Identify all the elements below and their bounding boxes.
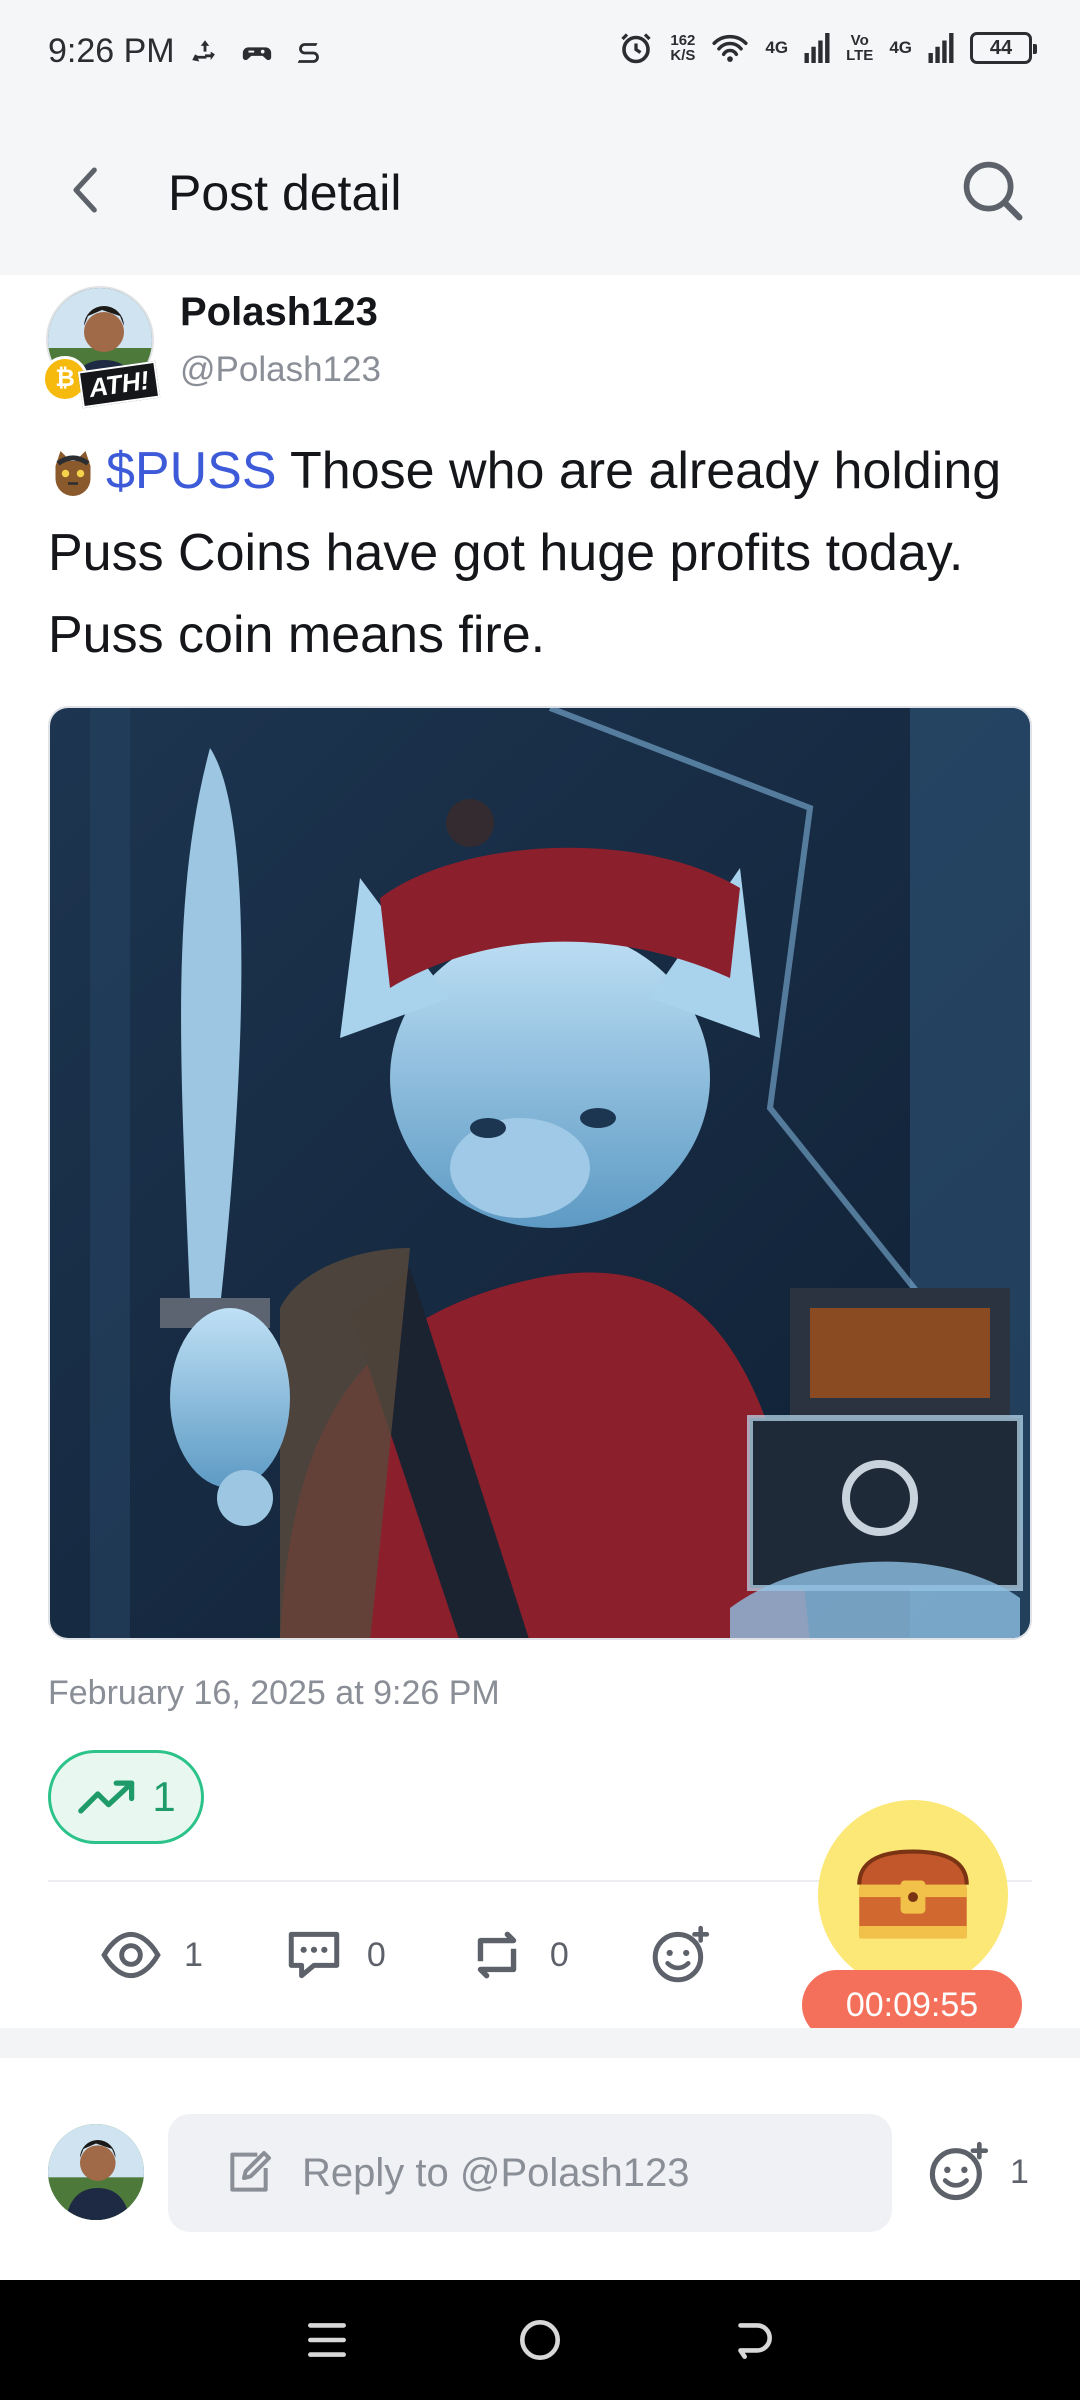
s-app-icon: [297, 43, 319, 63]
trend-badge[interactable]: 1: [48, 1750, 204, 1844]
network-speed-value: 162: [670, 32, 696, 49]
status-bar: 9:26 PM 162 K/S 4G Vo LTE 4G 44: [0, 0, 1080, 110]
reply-reaction-count: 1: [1010, 2152, 1029, 2191]
repost-count: 0: [549, 1935, 569, 1974]
cat-emoji-icon: [55, 451, 91, 496]
reply-reaction-button[interactable]: 1: [926, 2140, 1029, 2204]
my-avatar[interactable]: [48, 2124, 144, 2220]
alarm-icon: [621, 33, 652, 64]
author-handle[interactable]: @Polash123: [180, 350, 381, 390]
volte-top: Vo: [850, 32, 869, 49]
repost-icon: [477, 1931, 517, 1979]
network-speed-unit: K/S: [670, 47, 696, 64]
signal-bars-icon-2: [928, 33, 954, 63]
app-header: Post detail: [0, 110, 1080, 275]
volte-bottom: LTE: [846, 47, 874, 64]
volte-indicator: Vo LTE: [846, 33, 873, 63]
treasure-chest-icon: [857, 1849, 969, 1939]
reply-placeholder: Reply to @Polash123: [302, 2150, 690, 2195]
my-avatar-photo: [48, 2124, 144, 2220]
system-nav-bar: [0, 2280, 1080, 2400]
battery-indicator: 44: [970, 32, 1037, 64]
edit-icon: [230, 2151, 271, 2192]
comment-icon: [288, 1931, 340, 1979]
network-type-1: 4G: [765, 38, 789, 57]
back-nav-icon[interactable]: [728, 2315, 778, 2365]
section-separator: [0, 2028, 1080, 2058]
menu-icon[interactable]: [302, 2315, 352, 2365]
status-app-icons: [188, 36, 326, 70]
search-icon: [963, 161, 1023, 221]
pirate-cat-artwork: [50, 708, 1030, 1638]
comments-action[interactable]: 0: [283, 1924, 386, 1986]
eye-icon: [101, 1931, 161, 1979]
treasure-chest-button[interactable]: [818, 1800, 1008, 1990]
add-emoji-icon: [652, 1925, 709, 1983]
reply-input[interactable]: Reply to @Polash123: [168, 2114, 892, 2232]
status-time: 9:26 PM: [48, 32, 175, 70]
recycle-icon: [192, 40, 215, 62]
views-action[interactable]: 1: [100, 1924, 203, 1986]
status-right-cluster: 162 K/S 4G Vo LTE 4G 44: [618, 30, 1037, 66]
add-emoji-icon-reply: [929, 2141, 989, 2201]
network-speed: 162 K/S: [670, 33, 695, 63]
post-timestamp: February 16, 2025 at 9:26 PM: [48, 1674, 500, 1712]
trend-count: 1: [152, 1773, 176, 1820]
views-count: 1: [184, 1935, 203, 1974]
react-action[interactable]: [649, 1924, 711, 1986]
repost-action[interactable]: 0: [466, 1924, 569, 1986]
page-title: Post detail: [168, 165, 402, 221]
trending-up-icon: [78, 1780, 135, 1814]
back-button[interactable]: [56, 160, 116, 220]
post-body: $PUSS Those who are already holding Puss…: [48, 430, 1038, 676]
search-button[interactable]: [958, 156, 1028, 226]
comments-count: 0: [366, 1935, 386, 1974]
ticker-link[interactable]: $PUSS: [106, 442, 277, 500]
author-avatar-wrap[interactable]: ₿ ATH!: [42, 286, 161, 409]
post-image[interactable]: [48, 706, 1032, 1640]
home-icon[interactable]: [515, 2315, 565, 2365]
wifi-icon: [712, 34, 748, 62]
author-name[interactable]: Polash123: [180, 290, 378, 335]
post-actions: 1 0 0: [100, 1924, 791, 1986]
chevron-left-icon: [73, 167, 97, 213]
signal-bars-icon: [804, 33, 830, 63]
network-type-2: 4G: [889, 38, 912, 57]
game-controller-icon: [242, 47, 272, 61]
